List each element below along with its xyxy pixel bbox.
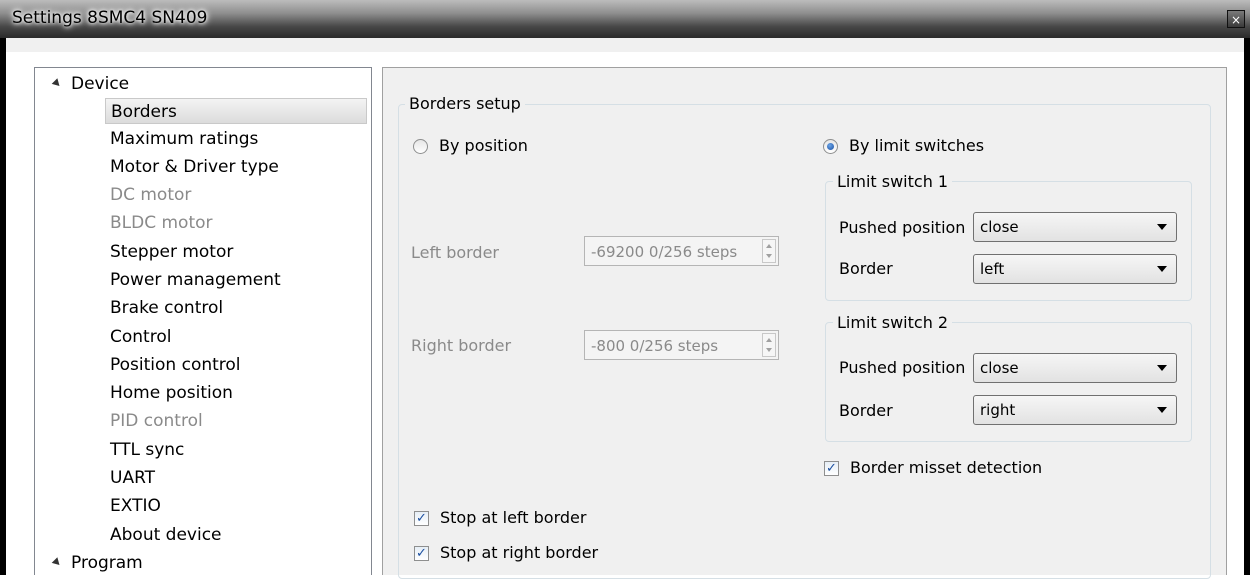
tree-item-motor-driver-type[interactable]: Motor & Driver type bbox=[110, 154, 279, 180]
ls1-border-select[interactable]: left bbox=[973, 254, 1177, 284]
ls2-border-label: Border bbox=[839, 401, 893, 420]
stop-at-left-border-label[interactable]: Stop at left border bbox=[440, 508, 586, 527]
ls2-pushed-position-label: Pushed position bbox=[839, 358, 966, 377]
ls2-pushed-position-value: close bbox=[980, 359, 1019, 377]
dropdown-arrow-icon bbox=[1157, 407, 1167, 413]
tree-item-power-management[interactable]: Power management bbox=[110, 267, 281, 293]
tree-item-control[interactable]: Control bbox=[110, 324, 171, 350]
by-limit-switches-label[interactable]: By limit switches bbox=[849, 136, 984, 155]
dropdown-arrow-icon bbox=[1157, 266, 1167, 272]
left-border-value: -69200 0/256 steps bbox=[591, 243, 738, 261]
ls1-border-label: Border bbox=[839, 259, 893, 278]
spin-arrows-icon bbox=[762, 239, 776, 263]
right-border-label: Right border bbox=[411, 336, 512, 355]
window-frame-right bbox=[1244, 38, 1250, 575]
spin-down-icon bbox=[766, 348, 772, 352]
border-misset-detection-checkbox[interactable]: ✓ bbox=[824, 461, 839, 476]
stop-at-left-border-checkbox[interactable]: ✓ bbox=[414, 511, 429, 526]
by-limit-switches-radio[interactable] bbox=[823, 139, 838, 154]
tree-item-label: Device bbox=[71, 74, 130, 94]
window-frame-left bbox=[0, 38, 6, 575]
tree-item-maximum-ratings[interactable]: Maximum ratings bbox=[110, 126, 258, 152]
spin-down-icon bbox=[766, 254, 772, 258]
ls2-pushed-position-select[interactable]: close bbox=[973, 353, 1177, 383]
expand-arrow-icon[interactable] bbox=[51, 78, 63, 89]
tree-item-extio[interactable]: EXTIO bbox=[110, 493, 161, 519]
tree-item-dc-motor: DC motor bbox=[110, 185, 192, 205]
tree-item-pid-control: PID control bbox=[110, 411, 203, 431]
tree-item-brake-control[interactable]: Brake control bbox=[110, 295, 223, 321]
left-border-label: Left border bbox=[411, 243, 500, 262]
dropdown-arrow-icon bbox=[1157, 224, 1167, 230]
settings-panel: Borders setup By position By limit switc… bbox=[382, 67, 1227, 579]
dropdown-arrow-icon bbox=[1157, 365, 1167, 371]
ls1-pushed-position-value: close bbox=[980, 218, 1019, 236]
settings-tree[interactable]: Device Borders Maximum ratings Motor & D… bbox=[34, 67, 372, 575]
ls1-border-value: left bbox=[980, 260, 1005, 278]
tree-item-label: Program bbox=[71, 553, 143, 573]
tree-item-borders[interactable]: Borders bbox=[105, 98, 367, 124]
stop-at-right-border-label[interactable]: Stop at right border bbox=[440, 543, 598, 562]
tree-item-about-device[interactable]: About device bbox=[110, 522, 222, 548]
right-border-value: -800 0/256 steps bbox=[591, 337, 719, 355]
ls2-border-value: right bbox=[980, 401, 1016, 419]
tree-item-device[interactable]: Device bbox=[51, 71, 130, 97]
spin-up-icon bbox=[766, 338, 772, 342]
by-position-label[interactable]: By position bbox=[439, 136, 528, 155]
left-border-spinbox: -69200 0/256 steps bbox=[584, 236, 779, 266]
window-title: Settings 8SMC4 SN409 bbox=[12, 8, 208, 28]
tree-item-bldc-motor: BLDC motor bbox=[110, 213, 213, 233]
limit-switch-1-title: Limit switch 1 bbox=[833, 172, 953, 191]
ls1-pushed-position-label: Pushed position bbox=[839, 218, 966, 237]
tree-item-uart[interactable]: UART bbox=[110, 465, 155, 491]
window-titlebar: Settings 8SMC4 SN409 × bbox=[0, 0, 1250, 38]
spin-arrows-icon bbox=[762, 333, 776, 357]
window-frame-top bbox=[0, 38, 1250, 52]
right-border-spinbox: -800 0/256 steps bbox=[584, 330, 779, 360]
tree-item-program[interactable]: Program bbox=[51, 550, 143, 576]
tree-item-home-position[interactable]: Home position bbox=[110, 380, 233, 406]
tree-item-position-control[interactable]: Position control bbox=[110, 352, 241, 378]
tree-item-stepper-motor[interactable]: Stepper motor bbox=[110, 239, 233, 265]
borders-setup-title: Borders setup bbox=[405, 94, 525, 113]
close-icon[interactable]: × bbox=[1227, 10, 1245, 28]
by-position-radio[interactable] bbox=[413, 139, 428, 154]
stop-at-right-border-checkbox[interactable]: ✓ bbox=[414, 546, 429, 561]
ls1-pushed-position-select[interactable]: close bbox=[973, 212, 1177, 242]
expand-arrow-icon[interactable] bbox=[51, 557, 63, 568]
ls2-border-select[interactable]: right bbox=[973, 395, 1177, 425]
border-misset-detection-label[interactable]: Border misset detection bbox=[850, 458, 1042, 477]
tree-item-ttl-sync[interactable]: TTL sync bbox=[110, 437, 184, 463]
spin-up-icon bbox=[766, 244, 772, 248]
limit-switch-2-title: Limit switch 2 bbox=[833, 313, 953, 332]
